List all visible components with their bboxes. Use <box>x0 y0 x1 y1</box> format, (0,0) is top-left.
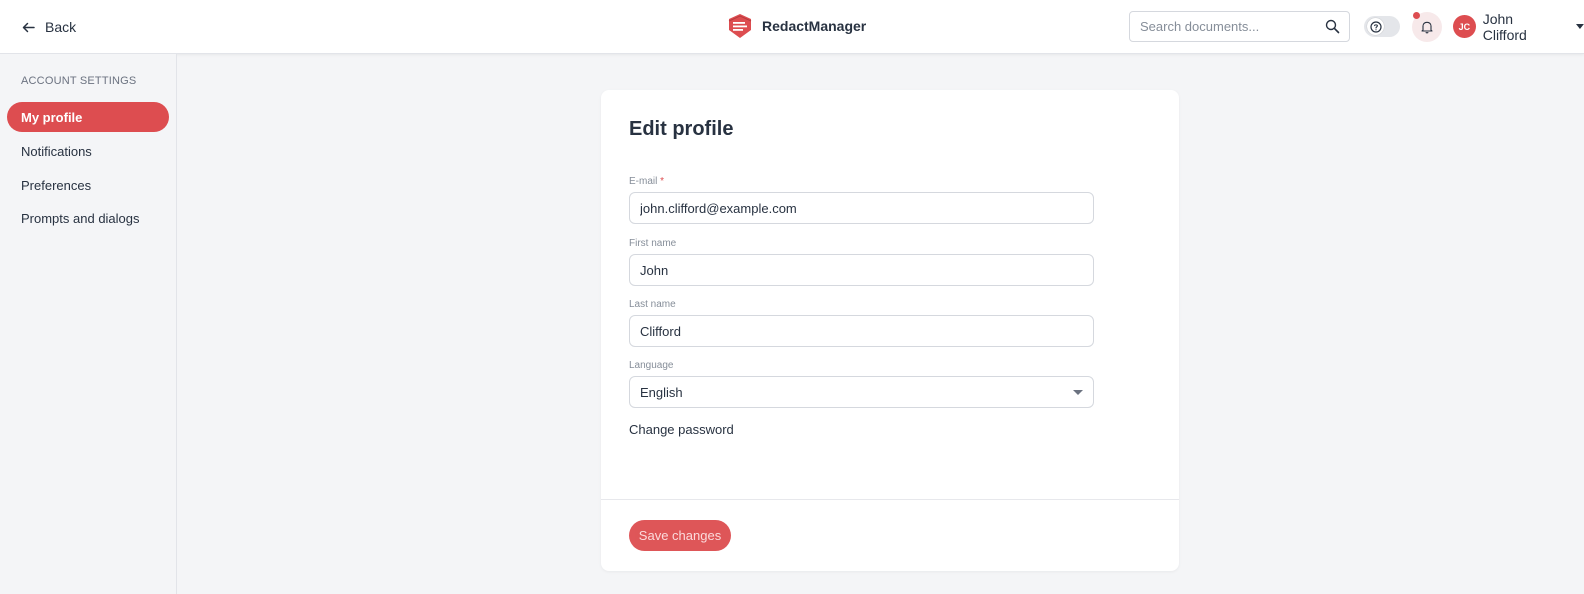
app-brand[interactable]: RedactManager <box>727 13 866 39</box>
email-label: E-mail * <box>629 176 664 187</box>
sidebar-item-prompts-and-dialogs[interactable]: Prompts and dialogs <box>7 203 169 233</box>
email-field[interactable] <box>629 192 1094 224</box>
first-name-label: First name <box>629 238 677 249</box>
toggle-knob <box>1367 18 1384 35</box>
account-settings-sidebar: ACCOUNT SETTINGS My profile Notification… <box>0 54 177 594</box>
change-password-link[interactable]: Change password <box>629 422 734 437</box>
search-icon[interactable] <box>1325 19 1340 34</box>
search-input[interactable] <box>1140 19 1320 34</box>
notification-dot <box>1413 12 1420 19</box>
bell-icon <box>1421 21 1433 34</box>
last-name-field[interactable] <box>629 315 1094 347</box>
sidebar-item-notifications[interactable]: Notifications <box>7 136 169 166</box>
language-select[interactable]: English <box>629 376 1094 408</box>
first-name-field[interactable] <box>629 254 1094 286</box>
email-label-text: E-mail <box>629 176 658 187</box>
search-box <box>1129 11 1350 42</box>
notifications-button[interactable] <box>1412 12 1442 42</box>
caret-down-icon <box>1576 24 1584 29</box>
back-label: Back <box>45 19 77 35</box>
language-label: Language <box>629 360 674 371</box>
sidebar-item-my-profile[interactable]: My profile <box>7 102 169 132</box>
sidebar-section-title: ACCOUNT SETTINGS <box>21 75 137 87</box>
card-divider <box>601 499 1179 500</box>
user-name: John Clifford <box>1482 10 1527 43</box>
avatar: JC <box>1453 15 1476 38</box>
help-mode-toggle[interactable] <box>1364 16 1400 37</box>
redact-logo-icon <box>727 13 753 39</box>
save-button-label: Save changes <box>638 528 722 543</box>
save-button[interactable]: Save changes <box>629 520 731 551</box>
required-mark: * <box>660 176 665 187</box>
arrow-left-icon <box>22 22 35 32</box>
sidebar-item-preferences[interactable]: Preferences <box>7 170 169 200</box>
app-name: RedactManager <box>762 18 867 34</box>
back-button[interactable]: Back <box>22 17 76 37</box>
user-menu[interactable]: JC John Clifford <box>1453 11 1584 43</box>
edit-profile-card: Edit profile E-mail * First name Last na… <box>601 90 1179 571</box>
last-name-label: Last name <box>629 299 676 310</box>
page-title: Edit profile <box>629 118 734 140</box>
help-icon <box>1369 20 1382 33</box>
top-header: Back RedactManager Search documents... J… <box>0 0 1584 54</box>
language-value: English <box>640 384 683 400</box>
dropdown-arrow-icon <box>1073 390 1083 395</box>
